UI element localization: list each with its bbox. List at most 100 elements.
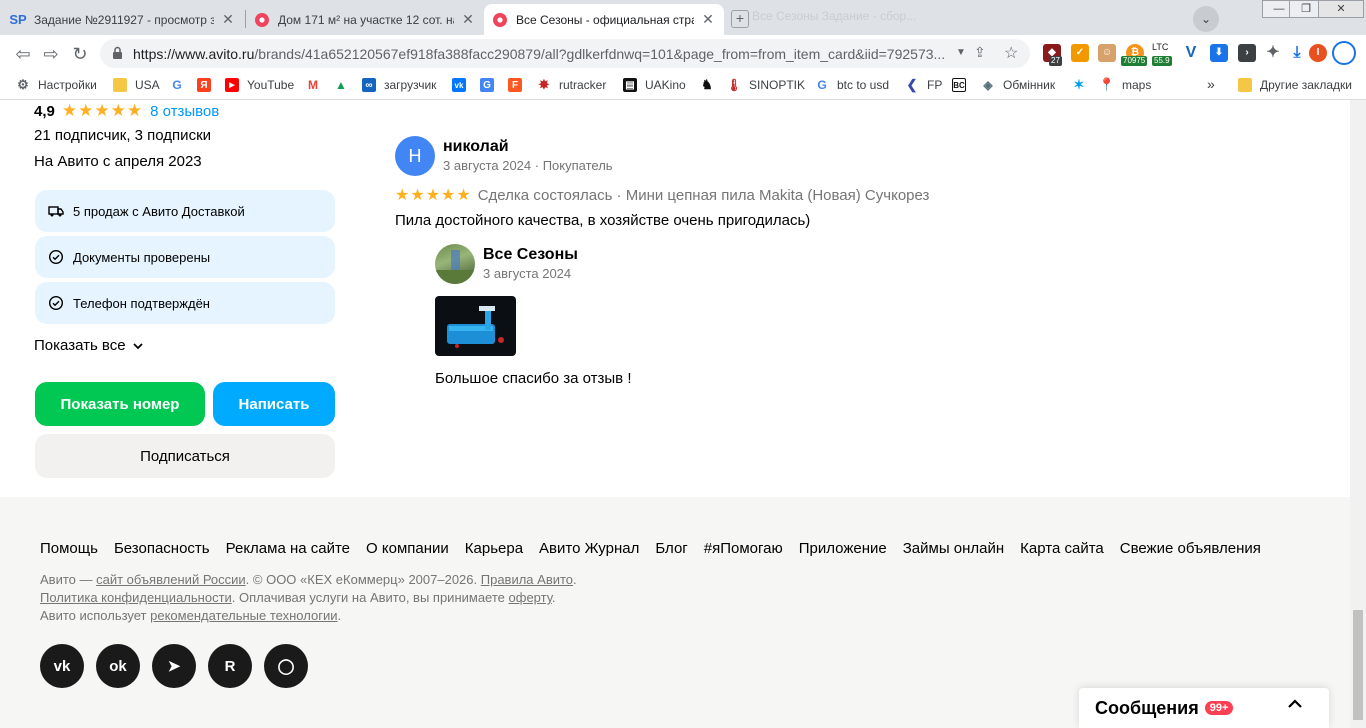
download-ext-icon[interactable]: ⬇ <box>1210 44 1228 62</box>
maps-icon: 📍 <box>1098 77 1116 92</box>
extensions-puzzle-icon[interactable]: ✦ <box>1264 44 1282 62</box>
address-bar[interactable]: https://www.avito.ru/brands/41a652120567… <box>100 39 1030 68</box>
forward-arrow-icon[interactable]: ⇨ <box>38 41 64 67</box>
other-bookmarks[interactable]: Другие закладки <box>1238 78 1352 92</box>
dropdown-caret-icon[interactable]: ▼ <box>956 47 966 58</box>
v-extension-icon[interactable]: V <box>1182 44 1200 62</box>
ltc-label: LTC <box>1152 42 1169 52</box>
back-arrow-icon[interactable]: ⇦ <box>10 41 36 67</box>
bookmark-fp[interactable]: ❮ FP <box>905 77 943 92</box>
footer-link-app[interactable]: Приложение <box>799 540 887 557</box>
tab-close-icon[interactable]: ✕ <box>700 11 716 28</box>
review-deal-text: Сделка состоялась · Мини цепная пила Mak… <box>477 186 930 204</box>
footer-link-ads[interactable]: Реклама на сайте <box>226 540 350 557</box>
f-icon: F <box>508 78 522 92</box>
bookmark-uakino[interactable]: ▤ UAKino <box>623 78 686 92</box>
tab-search-chevron-icon[interactable]: ⌄ <box>1193 6 1219 32</box>
legal-link-classifieds[interactable]: сайт объявлений России <box>96 572 246 587</box>
show-all-button[interactable]: Показать все <box>34 337 144 354</box>
legal-line-3: Авито использует рекомендательные технол… <box>40 608 342 623</box>
messages-count-badge: 99+ <box>1204 701 1234 715</box>
max-messenger-icon[interactable]: ◯ <box>264 644 308 688</box>
footer-link-loans[interactable]: Займы онлайн <box>903 540 1004 557</box>
bookmark-rutracker[interactable]: ✸ rutracker <box>537 77 607 92</box>
new-tab-button[interactable]: + <box>731 10 749 28</box>
footer-link-career[interactable]: Карьера <box>465 540 523 557</box>
rutube-icon[interactable]: R <box>208 644 252 688</box>
arrow-ext-icon[interactable]: › <box>1238 44 1256 62</box>
page-scrollbar[interactable] <box>1350 100 1366 728</box>
reply-date: 3 августа 2024 <box>483 266 572 281</box>
footer-link-help[interactable]: Помощь <box>40 540 98 557</box>
bookmark-gmail[interactable]: M <box>306 78 328 92</box>
bookmark-usa[interactable]: USA <box>113 78 160 92</box>
share-icon[interactable]: ⇪ <box>974 44 986 61</box>
reply-photo[interactable] <box>435 296 516 356</box>
extension-shield-yellow-icon[interactable]: ✓ <box>1071 44 1089 62</box>
footer-link-help-hashtag[interactable]: #яПомогаю <box>704 540 783 557</box>
vk-icon[interactable]: vk <box>40 644 84 688</box>
star-icon: ✶ <box>1073 77 1085 92</box>
bookmarks-overflow-button[interactable]: » <box>1207 76 1215 92</box>
bookmark-settings[interactable]: ⚙ Настройки <box>16 77 97 92</box>
bookmark-translate[interactable]: G <box>480 78 502 92</box>
legal-link-privacy[interactable]: Политика конфиденциальности <box>40 590 232 605</box>
reviews-link[interactable]: 8 отзывов <box>150 103 219 120</box>
badge-documents-verified: Документы проверены <box>35 236 335 278</box>
reviewer-name: николай <box>443 138 509 155</box>
write-message-button[interactable]: Написать <box>213 382 335 426</box>
browser-tab-2[interactable]: Дом 171 м² на участке 12 сот. на ✕ <box>246 4 484 35</box>
tab-title: Дом 171 м² на участке 12 сот. на <box>278 12 454 27</box>
tab-drag-ghost: Все Сезоны Задание - сбор... <box>752 9 917 23</box>
bookmark-btc-to-usd[interactable]: Gbtc to usd <box>815 78 889 92</box>
bookmark-bc[interactable]: BC <box>952 78 974 92</box>
reply-text: Большое спасибо за отзыв ! <box>435 370 632 387</box>
odnoklassniki-icon[interactable]: ok <box>96 644 140 688</box>
browser-tab-3-active[interactable]: Все Сезоны - официальная стран ✕ <box>484 4 724 35</box>
tab-title: Задание №2911927 - просмотр з <box>34 12 214 27</box>
bookmark-vk[interactable]: vk <box>452 78 474 92</box>
tab-title: Все Сезоны - официальная стран <box>516 12 694 27</box>
bookmark-loader[interactable]: ∞ загрузчик <box>362 78 436 92</box>
footer-link-blog[interactable]: Блог <box>655 540 687 557</box>
bookmark-star[interactable]: ✶ <box>1072 77 1094 92</box>
close-window-button[interactable]: ✕ <box>1318 0 1364 18</box>
legal-link-offer[interactable]: оферту <box>509 590 552 605</box>
bookmark-sinoptik[interactable]: 🌡 SINOPTIK <box>726 78 805 92</box>
footer-link-about[interactable]: О компании <box>366 540 449 557</box>
globe-account-icon[interactable] <box>1332 41 1356 65</box>
lock-icon <box>113 46 122 59</box>
downloads-icon[interactable]: ⤓ <box>1288 44 1306 62</box>
url-text[interactable]: https://www.avito.ru/brands/41a652120567… <box>133 46 953 62</box>
footer-link-journal[interactable]: Авито Журнал <box>539 540 639 557</box>
bookmark-google[interactable]: G <box>170 78 192 92</box>
bookmark-drive[interactable]: ▲ <box>334 78 356 92</box>
subscribe-button[interactable]: Подписаться <box>35 434 335 478</box>
yandex-icon: Я <box>197 78 211 92</box>
bookmark-chess[interactable]: ♞ <box>700 77 722 92</box>
browser-tab-1[interactable]: SP Задание №2911927 - просмотр з ✕ <box>2 4 244 35</box>
reload-icon[interactable]: ↻ <box>67 41 93 67</box>
messages-widget[interactable]: Сообщения 99+ <box>1079 688 1329 728</box>
legal-link-rules[interactable]: Правила Авито <box>481 572 573 587</box>
profile-avatar[interactable]: I <box>1309 44 1327 62</box>
telegram-icon[interactable]: ➤ <box>152 644 196 688</box>
footer-link-sitemap[interactable]: Карта сайта <box>1020 540 1104 557</box>
scrollbar-thumb[interactable] <box>1353 610 1363 720</box>
show-phone-button[interactable]: Показать номер <box>35 382 205 426</box>
legal-link-recommendation[interactable]: рекомендательные технологии <box>150 608 337 623</box>
bookmark-youtube[interactable]: ▶ YouTube <box>225 78 294 92</box>
chevron-up-icon[interactable] <box>1285 694 1305 714</box>
footer-link-security[interactable]: Безопасность <box>114 540 210 557</box>
bookmark-star-icon[interactable]: ☆ <box>1004 43 1018 63</box>
tab-close-icon[interactable]: ✕ <box>460 11 476 28</box>
bookmark-yandex[interactable]: Я <box>197 78 219 92</box>
bookmark-maps[interactable]: 📍 maps <box>1098 77 1151 92</box>
bookmark-exchange[interactable]: ◈ Обмінник <box>981 78 1055 92</box>
footer-link-fresh[interactable]: Свежие объявления <box>1120 540 1261 557</box>
extension-face-icon[interactable]: ☺ <box>1098 44 1116 62</box>
badge-phone-verified: Телефон подтверждён <box>35 282 335 324</box>
bookmark-f[interactable]: F <box>508 78 530 92</box>
vk-icon: vk <box>452 78 466 92</box>
tab-close-icon[interactable]: ✕ <box>220 11 236 28</box>
